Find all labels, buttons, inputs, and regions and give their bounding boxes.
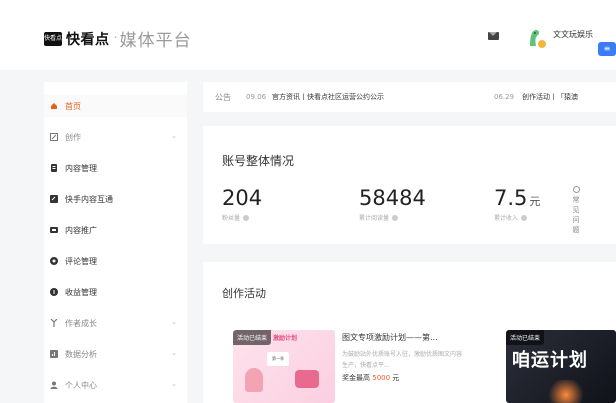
income-icon: [50, 288, 58, 296]
chevron-down-icon: ⌄: [171, 132, 177, 140]
creation-activities-card: 创作活动 活动已结束 激励计划 第一季 图文专项激励计划——第... 为鼓励站外…: [203, 262, 616, 403]
logo-mark: 快看点: [44, 31, 62, 46]
glow-decoration: [546, 380, 586, 403]
sidebar-item-comments[interactable]: 评论管理: [44, 250, 187, 272]
sidebar-item-label: 作者成长: [65, 318, 97, 328]
user-name[interactable]: 文文玩娱乐: [553, 29, 593, 40]
faq-link[interactable]: 常见问题: [567, 186, 585, 235]
sidebar-item-author-growth[interactable]: 作者成长 ⌄: [44, 312, 187, 334]
sidebar-item-label: 首页: [65, 101, 81, 111]
thumbnail-title: 咱运计划: [512, 350, 588, 371]
user-menu-badge[interactable]: ≡: [598, 42, 616, 56]
sidebar-item-label: 创作: [65, 132, 81, 142]
sidebar-item-label: 收益管理: [65, 287, 97, 297]
stat-label: 粉丝量: [222, 215, 241, 222]
stat-label: 累计阅读量: [359, 215, 390, 222]
sidebar-item-create[interactable]: 创作 ⌄: [44, 126, 187, 148]
logo[interactable]: 快看点 快看点 · 媒体平台: [44, 26, 192, 51]
overview-title: 账号整体情况: [222, 154, 295, 168]
reward-amount: 5000: [372, 374, 391, 382]
status-badge: 活动已结束: [233, 330, 272, 345]
activity-info: 图文专项激励计划——第... 为鼓励站外优质账号入驻，激励优质图文内容生产，快看…: [342, 332, 472, 383]
announcement-date: 06.29: [494, 93, 515, 101]
account-overview-card: 账号整体情况 204 粉丝量 58484 累计阅读量 7.5 元 累计收入 常见问…: [203, 126, 616, 244]
faq-label: 常见问题: [572, 196, 580, 234]
growth-icon: [50, 319, 58, 327]
sidebar-item-label: 评论管理: [65, 256, 97, 266]
sync-icon: [50, 195, 58, 203]
stat-total-income: 7.5 元 累计收入: [494, 186, 540, 222]
cake-illustration: [295, 370, 319, 388]
activity-thumbnail[interactable]: 活动已结束 激励计划 第一季: [233, 330, 335, 403]
promote-icon: [50, 227, 58, 233]
sidebar-item-analytics[interactable]: 数据分析 ⌄: [44, 343, 187, 365]
avatar[interactable]: [524, 26, 548, 50]
user-icon: [50, 381, 58, 389]
sidebar-item-label: 数据分析: [65, 349, 97, 359]
sidebar-item-home[interactable]: 首页: [44, 95, 187, 117]
activity-thumbnail[interactable]: 活动已结束 咱运计划: [506, 330, 616, 403]
logo-separator: ·: [113, 31, 118, 46]
comment-icon: [50, 257, 58, 265]
media-platform-page: 快看点 快看点 · 媒体平台 文文玩娱乐 ≡ 首页 创作 ⌄ 内容管理 快手内容…: [0, 0, 616, 403]
activity-name[interactable]: 图文专项激励计划——第...: [342, 332, 472, 343]
mail-icon[interactable]: [488, 32, 499, 40]
create-icon: [50, 133, 58, 141]
question-icon: [572, 186, 580, 193]
stat-value: 204: [222, 186, 263, 210]
reward-prefix: 奖金最高: [342, 374, 370, 382]
stat-total-reads: 58484 累计阅读量: [359, 186, 426, 222]
sidebar-item-label: 内容推广: [65, 225, 97, 235]
sidebar-nav: 首页 创作 ⌄ 内容管理 快手内容互通 内容推广 评论管理 收益管理 作者成长 …: [44, 82, 187, 403]
stat-followers: 204 粉丝量: [222, 186, 262, 222]
sidebar-item-promotion[interactable]: 内容推广: [44, 219, 187, 241]
sidebar-item-income[interactable]: 收益管理: [44, 281, 187, 303]
sidebar-item-personal-center[interactable]: 个人中心 ⌄: [44, 374, 187, 396]
thumbnail-card: 第一季: [267, 352, 289, 366]
analytics-icon: [50, 350, 58, 358]
chevron-down-icon: ⌄: [171, 349, 177, 357]
home-icon: [51, 103, 57, 109]
sidebar-item-label: 内容管理: [65, 163, 97, 173]
stat-value: 7.5: [494, 186, 528, 210]
chevron-down-icon: ⌄: [171, 380, 177, 388]
thumbnail-banner: 激励计划: [273, 335, 298, 342]
info-icon[interactable]: [521, 214, 528, 221]
status-badge: 活动已结束: [506, 330, 545, 345]
announcement-date: 09.06: [246, 93, 267, 101]
activity-reward: 奖金最高 5000 元: [342, 373, 472, 383]
stat-value: 58484: [359, 186, 426, 210]
brand-name: 快看点: [66, 31, 110, 48]
announcement-label: 公告: [215, 92, 231, 102]
stat-unit: 元: [529, 195, 541, 208]
activity-description: 为鼓励站外优质账号入驻，激励优质图文内容生产，快看点平...: [342, 351, 463, 369]
sidebar-item-label: 快手内容互通: [65, 194, 113, 204]
platform-name: 媒体平台: [119, 31, 192, 51]
announcement-bar: 公告 09.06 官方资讯丨快看点社区运营公约公示 06.29 创作活动丨「猿澳: [203, 82, 616, 112]
stat-label: 累计收入: [494, 215, 519, 222]
top-header: 快看点 快看点 · 媒体平台 文文玩娱乐 ≡: [0, 0, 616, 70]
info-icon[interactable]: [392, 214, 399, 221]
sidebar-item-content-management[interactable]: 内容管理: [44, 157, 187, 179]
person-illustration: [245, 368, 263, 392]
announcement-link[interactable]: 创作活动丨「猿澳: [522, 92, 578, 102]
sidebar-item-label: 个人中心: [65, 380, 97, 390]
chevron-down-icon: ⌄: [171, 318, 177, 326]
info-icon[interactable]: [243, 214, 250, 221]
reward-suffix: 元: [392, 374, 400, 382]
sidebar-item-kuaishou-sync[interactable]: 快手内容互通: [44, 188, 187, 210]
activities-title: 创作活动: [222, 287, 266, 300]
announcement-link[interactable]: 官方资讯丨快看点社区运营公约公示: [272, 92, 384, 102]
content-icon: [51, 164, 57, 172]
